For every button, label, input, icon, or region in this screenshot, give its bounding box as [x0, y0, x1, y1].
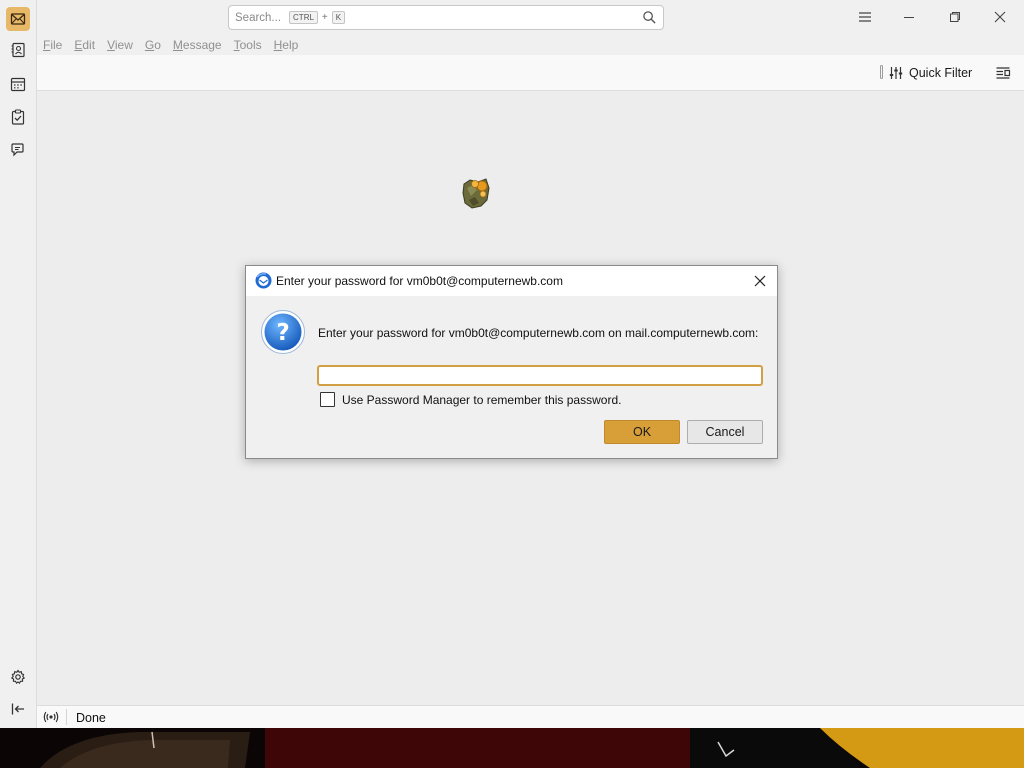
spaces-toolbar	[0, 0, 37, 728]
dialog-message: Enter your password for vm0b0t@computern…	[318, 326, 759, 340]
remember-password-row[interactable]: Use Password Manager to remember this pa…	[320, 392, 621, 407]
quick-filter-button[interactable]: Quick Filter	[889, 64, 972, 82]
close-window-button[interactable]	[987, 5, 1013, 29]
shortcut-plus: +	[321, 12, 328, 23]
minimize-icon	[904, 17, 914, 18]
global-search-box[interactable]: Search... CTRL + K	[228, 5, 664, 30]
search-placeholder: Search...	[235, 11, 282, 24]
desktop-wallpaper-image	[0, 728, 1024, 768]
menu-view[interactable]: View	[107, 38, 133, 52]
restore-icon	[950, 12, 960, 22]
menu-help[interactable]: Help	[274, 38, 299, 52]
settings-icon	[10, 669, 26, 685]
quick-filter-label: Quick Filter	[909, 66, 973, 80]
shortcut-key-k: K	[331, 11, 346, 24]
chat-space-button[interactable]	[6, 138, 30, 162]
calendar-space-button[interactable]	[6, 72, 30, 96]
tasks-icon	[11, 109, 25, 125]
status-text: Done	[76, 711, 106, 725]
tasks-space-button[interactable]	[6, 105, 30, 129]
search-icon[interactable]	[642, 10, 657, 25]
question-icon: ?	[261, 310, 305, 354]
filter-sliders-icon	[889, 67, 903, 79]
mail-space-button[interactable]	[6, 7, 30, 31]
menu-file[interactable]: File	[43, 38, 62, 52]
mail-icon	[10, 13, 26, 25]
toolbar-divider	[880, 65, 883, 79]
desktop-background	[0, 728, 1024, 768]
close-icon	[754, 275, 766, 287]
title-bar: Search... CTRL + K	[37, 0, 1024, 35]
password-input[interactable]	[317, 365, 763, 386]
ok-button[interactable]: OK	[604, 420, 680, 444]
svg-text:?: ?	[276, 320, 289, 346]
remember-password-checkbox[interactable]	[320, 392, 335, 407]
collapse-spaces-button[interactable]	[6, 697, 30, 721]
address-book-space-button[interactable]	[6, 38, 30, 62]
address-book-icon	[11, 42, 25, 58]
thunderbird-app-icon	[255, 272, 272, 289]
calendar-icon	[10, 77, 26, 92]
menu-bar: File Edit View Go Message Tools Help	[37, 35, 1024, 55]
menu-go[interactable]: Go	[145, 38, 161, 52]
menu-tools[interactable]: Tools	[234, 38, 262, 52]
collapse-sidebar-icon	[11, 703, 24, 715]
dialog-close-button[interactable]	[749, 270, 771, 292]
restore-button[interactable]	[942, 5, 968, 29]
status-bar: Done	[37, 705, 1024, 728]
message-list-display-icon[interactable]	[995, 65, 1011, 81]
menu-edit[interactable]: Edit	[74, 38, 95, 52]
filter-bar: Quick Filter	[37, 55, 1024, 91]
app-menu-icon	[859, 12, 871, 22]
shortcut-key-ctrl: CTRL	[289, 11, 318, 24]
chat-icon	[11, 143, 24, 157]
dialog-title: Enter your password for vm0b0t@computern…	[276, 274, 563, 288]
loading-graphic-icon	[462, 178, 490, 209]
settings-button[interactable]	[6, 665, 30, 689]
app-menu-button[interactable]	[852, 5, 878, 29]
status-separator	[66, 709, 67, 725]
close-icon	[994, 11, 1006, 23]
cancel-button[interactable]: Cancel	[687, 420, 763, 444]
minimize-button[interactable]	[896, 5, 922, 29]
online-status-icon[interactable]	[43, 710, 59, 724]
menu-message[interactable]: Message	[173, 38, 222, 52]
dialog-title-bar: Enter your password for vm0b0t@computern…	[246, 266, 777, 296]
password-dialog: Enter your password for vm0b0t@computern…	[245, 265, 778, 459]
remember-password-label[interactable]: Use Password Manager to remember this pa…	[342, 393, 621, 407]
